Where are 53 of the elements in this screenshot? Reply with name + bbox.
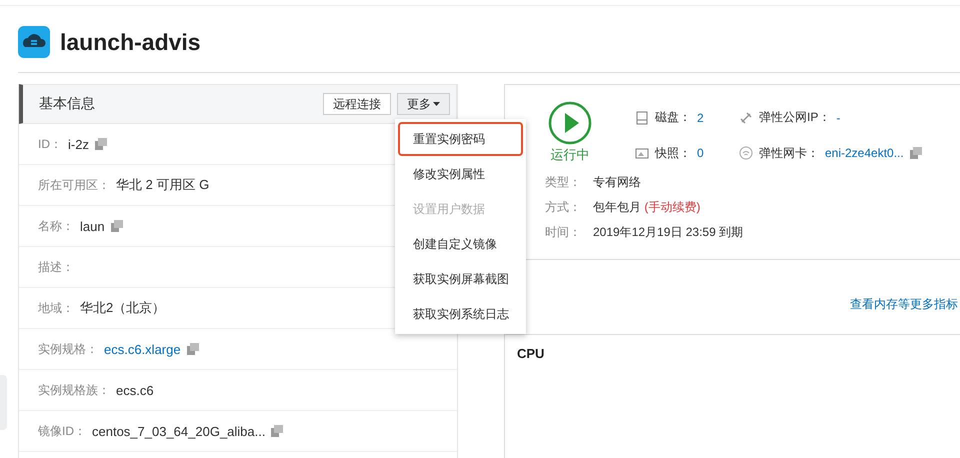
wifi-icon [739,146,753,160]
copy-icon[interactable] [94,138,107,150]
image-icon [635,146,649,160]
copy-icon[interactable] [110,220,123,232]
remote-connect-button[interactable]: 远程连接 [323,93,391,115]
detail-label: 方式： [545,199,581,216]
field-label: 地域： [38,300,74,316]
menu-item[interactable]: 重置实例密码 [398,122,523,156]
field-value: 华北2（北京） [80,299,166,317]
field-label: 名称： [38,218,74,234]
detail-label: 类型： [545,174,581,191]
resource-label: 弹性网卡： [759,144,819,162]
detail-value: 专有网络 [593,174,641,191]
field-value: centos_7_03_64_20G_aliba... [92,424,266,438]
copy-icon[interactable] [271,425,284,437]
field-value: 华北 2 可用区 G [116,176,210,194]
field-value: ecs.c6 [116,382,154,398]
field-label: ID： [38,136,62,152]
detail-value: 包年包月 (手动续费) [593,199,700,216]
resource-value[interactable]: - [836,110,840,125]
status-text: 运行中 [550,146,590,164]
copy-icon[interactable] [186,343,199,355]
more-metrics-link[interactable]: 查看内存等更多指标 [850,296,958,334]
cloud-server-icon [18,26,50,58]
card-title: CPU [517,346,544,361]
detail-label: 时间： [545,224,581,241]
resource-value[interactable]: 2 [697,110,704,125]
more-button[interactable]: 更多 [397,93,450,115]
detail-value: 2019年12月19日 23:59 到期 [593,224,744,241]
field-link[interactable]: ecs.c6.xlarge [104,342,181,356]
resource-label: 快照： [655,144,691,162]
field-label: 实例规格： [38,340,98,358]
field-label: 镜像ID： [38,422,86,440]
menu-item[interactable]: 获取实例屏幕截图 [398,262,523,296]
play-icon [548,101,592,145]
field-label: 描述： [38,258,74,276]
menu-item[interactable]: 修改实例属性 [398,157,523,191]
caret-icon [433,102,440,106]
field-label: 实例规格族： [38,382,110,398]
resource-value[interactable]: eni-2ze4ekt0... [825,146,904,160]
instance-title: launch-advis [60,28,201,56]
resource-label: 弹性公网IP： [759,109,830,126]
copy-icon[interactable] [910,147,922,160]
menu-item[interactable]: 获取实例系统日志 [398,297,523,331]
field-label: 所在可用区： [38,176,110,194]
section-title: 基本信息 [39,95,96,113]
field-value: i-2z [68,136,89,152]
link-icon [739,110,753,125]
field-value: laun [80,218,105,234]
menu-item[interactable]: 创建自定义镜像 [398,227,523,261]
resource-value[interactable]: 0 [697,146,704,160]
resource-label: 磁盘： [655,109,691,126]
renew-note: (手动续费) [643,200,700,214]
